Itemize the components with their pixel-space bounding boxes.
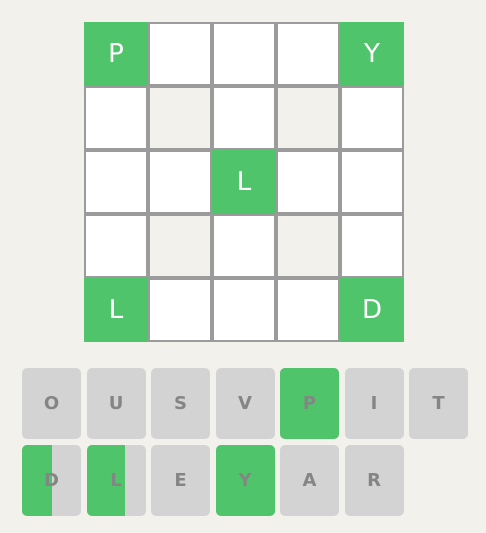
letter-key-y[interactable]: Y — [215, 445, 275, 516]
board-tile — [148, 214, 212, 278]
board-tile[interactable] — [148, 278, 212, 342]
letter-key-p[interactable]: P — [280, 368, 339, 439]
board-tile[interactable] — [148, 22, 212, 86]
board-tile — [276, 214, 340, 278]
key-label: P — [302, 393, 317, 414]
board-tile[interactable]: P — [84, 22, 148, 86]
board-tile[interactable] — [212, 278, 276, 342]
board-tile[interactable] — [148, 150, 212, 214]
board-tile[interactable] — [340, 86, 404, 150]
board-tile[interactable] — [84, 150, 148, 214]
key-label: V — [238, 393, 252, 414]
letter-key-u[interactable]: U — [86, 368, 146, 439]
key-label: U — [108, 393, 124, 414]
letter-key-i[interactable]: I — [344, 368, 404, 439]
letter-key-a[interactable]: A — [280, 445, 339, 516]
letter-key-l[interactable]: L — [86, 445, 146, 516]
key-label: O — [43, 393, 60, 414]
board-tile[interactable] — [276, 22, 340, 86]
key-label: D — [44, 470, 59, 491]
key-label: Y — [238, 470, 252, 491]
letter-key-v[interactable]: V — [215, 368, 275, 439]
board-tile[interactable]: Y — [340, 22, 404, 86]
board-tile[interactable] — [84, 86, 148, 150]
letter-key-o[interactable]: O — [22, 368, 81, 439]
board-tile[interactable] — [340, 214, 404, 278]
letter-key-t[interactable]: T — [409, 368, 468, 439]
board-tile — [276, 86, 340, 150]
board-tile[interactable]: L — [84, 278, 148, 342]
letter-key-d[interactable]: D — [22, 445, 81, 516]
key-label: T — [432, 393, 445, 414]
board-tile[interactable] — [212, 86, 276, 150]
board-tile[interactable] — [276, 278, 340, 342]
board-tile[interactable]: D — [340, 278, 404, 342]
board-tile[interactable] — [212, 214, 276, 278]
game-board: PYLLD — [84, 22, 404, 342]
board-tile[interactable] — [340, 150, 404, 214]
letter-key-r[interactable]: R — [344, 445, 404, 516]
board-tile[interactable] — [212, 22, 276, 86]
key-label: I — [370, 393, 378, 414]
key-label: R — [367, 470, 381, 491]
board-tile — [148, 86, 212, 150]
letter-key-e[interactable]: E — [151, 445, 210, 516]
key-label: S — [174, 393, 187, 414]
key-label: E — [174, 470, 187, 491]
board-tile[interactable] — [84, 214, 148, 278]
key-label: A — [302, 470, 317, 491]
board-tile[interactable]: L — [212, 150, 276, 214]
key-label: L — [110, 470, 122, 491]
letter-key-s[interactable]: S — [151, 368, 210, 439]
board-tile[interactable] — [276, 150, 340, 214]
